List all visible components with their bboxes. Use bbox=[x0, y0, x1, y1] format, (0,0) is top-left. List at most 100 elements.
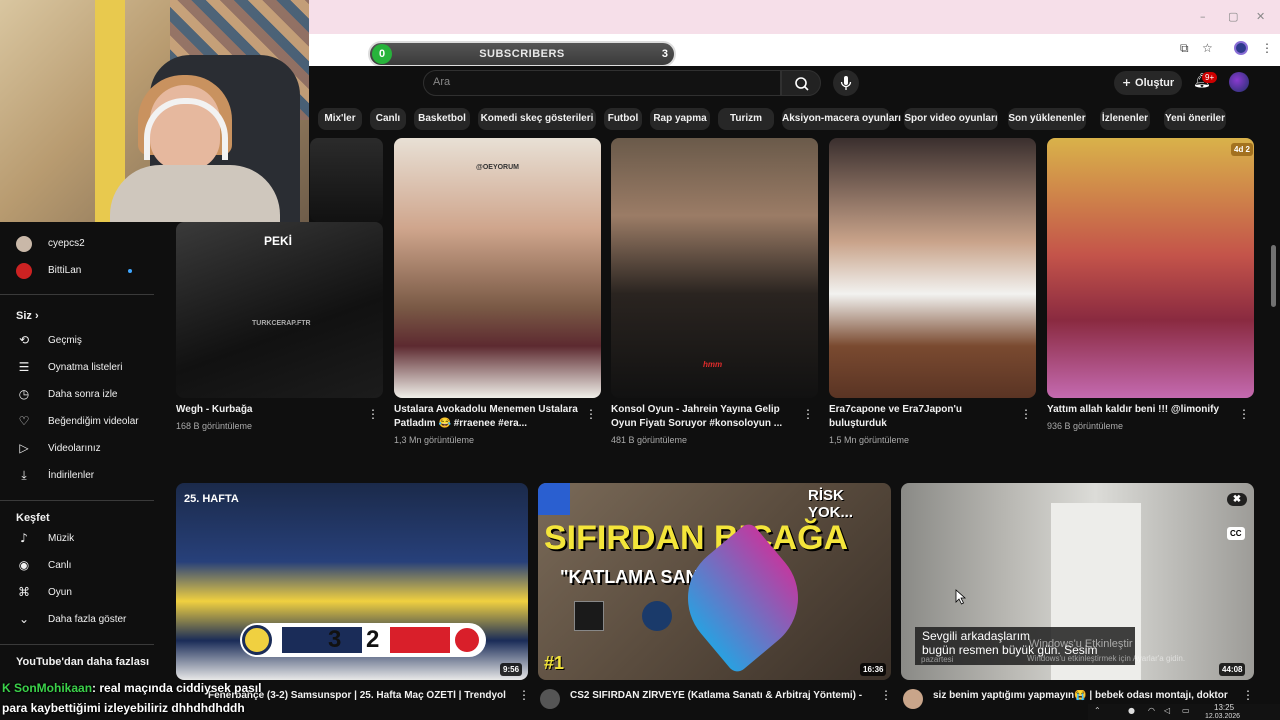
video-views: 1,5 Mn görüntüleme bbox=[829, 435, 910, 445]
video-thumbnail[interactable]: PEKİ TURKCERAP.FTR bbox=[176, 222, 383, 398]
sidebar-you-header[interactable]: Siz › bbox=[16, 310, 39, 322]
more-options-icon[interactable]: ⋮ bbox=[518, 688, 530, 702]
install-icon[interactable]: ⧉ bbox=[1180, 41, 1189, 56]
sidebar-item-label: Müzik bbox=[48, 533, 75, 544]
video-thumbnail[interactable]: RİSK YOK... SIFIRDAN BIÇAĞA "KATLAMA SAN… bbox=[538, 483, 891, 680]
sidebar-item-bittilan[interactable]: BittiLan bbox=[0, 259, 160, 285]
sidebar-item-watch-later[interactable]: ◷ Daha sonra izle bbox=[0, 383, 160, 409]
wifi-icon[interactable]: ◠ bbox=[1148, 706, 1155, 715]
chip-tourism[interactable]: Turizm bbox=[718, 108, 774, 130]
create-button[interactable]: + Oluştur bbox=[1114, 71, 1182, 95]
sidebar-item-label: Videolarınız bbox=[48, 443, 101, 454]
video-views: 936 B görüntüleme bbox=[1047, 421, 1124, 431]
video-badge: 4d 2 bbox=[1231, 143, 1254, 156]
microphone-icon[interactable]: ● bbox=[1128, 706, 1135, 715]
video-thumbnail[interactable]: ✖ CC Sevgili arkadaşlarım bugün resmen b… bbox=[901, 483, 1254, 680]
sidebar-item-your-videos[interactable]: ▷ Videolarınız bbox=[0, 437, 160, 463]
minimize-icon[interactable]: – bbox=[1200, 10, 1206, 23]
battery-icon[interactable]: ▭ bbox=[1182, 706, 1190, 715]
video-thumbnail[interactable]: 4d 2 bbox=[1047, 138, 1254, 398]
more-options-icon[interactable]: ⋮ bbox=[1020, 407, 1032, 421]
sidebar-item-downloads[interactable]: ⤓ İndirilenler bbox=[0, 464, 160, 490]
webcam-overlay bbox=[0, 0, 309, 222]
scrollbar-thumb[interactable] bbox=[1271, 245, 1276, 307]
menu-icon[interactable]: ⋮ bbox=[1261, 41, 1273, 55]
video-thumbnail[interactable] bbox=[829, 138, 1036, 398]
more-options-icon[interactable]: ⋮ bbox=[1238, 407, 1250, 421]
sidebar-divider bbox=[0, 500, 154, 501]
sidebar-item-show-more[interactable]: ⌄ Daha fazla göster bbox=[0, 608, 160, 634]
voice-search-button[interactable] bbox=[833, 70, 859, 96]
chip-football[interactable]: Futbol bbox=[604, 108, 642, 130]
sidebar-item-gaming[interactable]: ⌘ Oyun bbox=[0, 581, 160, 607]
search-input[interactable] bbox=[423, 70, 781, 96]
chat-text: real maçında ciddiysek pasıl bbox=[99, 681, 262, 695]
clock-date[interactable]: 12.03.2026 bbox=[1205, 713, 1240, 720]
sidebar-item-label: Geçmiş bbox=[48, 335, 82, 346]
maximize-icon[interactable]: ▢ bbox=[1228, 10, 1238, 23]
video-duration: 44:08 bbox=[1219, 663, 1246, 676]
new-content-dot bbox=[128, 269, 132, 273]
sidebar-explore-header: Keşfet bbox=[16, 512, 50, 524]
chip-action-adventure[interactable]: Aksiyon-macera oyunları bbox=[782, 108, 901, 130]
video-title[interactable]: Era7capone ve Era7Japon'u buluşturduk bbox=[829, 403, 979, 431]
chip-live[interactable]: Canlı bbox=[370, 108, 406, 130]
video-title[interactable]: Yattım allah kaldır beni !!! @limonify bbox=[1047, 403, 1232, 417]
sidebar-item-history[interactable]: ⟲ Geçmiş bbox=[0, 329, 160, 355]
chip-rap[interactable]: Rap yapma bbox=[650, 108, 710, 130]
more-options-icon[interactable]: ⋮ bbox=[880, 688, 892, 702]
away-score-bg bbox=[390, 627, 450, 653]
video-title[interactable]: Konsol Oyun - Jahrein Yayına Gelip Oyun … bbox=[611, 403, 796, 431]
sidebar-item-music[interactable]: ♪ Müzik bbox=[0, 527, 160, 553]
chip-basketball[interactable]: Basketbol bbox=[414, 108, 470, 130]
volume-icon[interactable]: ◁ bbox=[1164, 706, 1170, 715]
match-week-label: 25. HAFTA bbox=[184, 493, 239, 505]
chat-username: SonMohikaan bbox=[14, 681, 93, 695]
more-options-icon[interactable]: ⋮ bbox=[585, 407, 597, 421]
closed-captions-badge[interactable]: CC bbox=[1227, 527, 1245, 540]
channel-avatar[interactable] bbox=[903, 689, 923, 709]
video-title[interactable]: siz benim yaptığımı yapmayın😭 | bebek od… bbox=[933, 690, 1233, 701]
microphone-icon bbox=[840, 76, 852, 90]
sidebar-item-playlists[interactable]: ☰ Oynatma listeleri bbox=[0, 356, 160, 382]
video-title[interactable]: Ustalara Avokadolu Menemen Ustalara Patl… bbox=[394, 403, 579, 431]
sidebar-item-label: Canlı bbox=[48, 560, 72, 571]
more-options-icon[interactable]: ⋮ bbox=[1242, 688, 1254, 702]
sidebar-divider bbox=[0, 294, 154, 295]
chip-recently-uploaded[interactable]: Son yüklenenler bbox=[1008, 108, 1086, 130]
thumbnail-overlay-text: @OEYORUM bbox=[476, 164, 519, 171]
video-title[interactable]: Wegh - Kurbağa bbox=[176, 403, 356, 417]
chip-mixes[interactable]: Mix'ler bbox=[318, 108, 362, 130]
more-options-icon[interactable]: ⋮ bbox=[367, 407, 379, 421]
subscriber-label: SUBSCRIBERS bbox=[479, 48, 565, 60]
sidebar-item-cyepcs2[interactable]: cyepcs2 bbox=[0, 232, 160, 258]
star-icon[interactable]: ☆ bbox=[1202, 41, 1213, 55]
video-thumbnail[interactable]: @OEYORUM bbox=[394, 138, 601, 398]
chip-watched[interactable]: İzlenenler bbox=[1100, 108, 1150, 130]
like-icon: ♡ bbox=[18, 414, 30, 428]
clock-time[interactable]: 13:25 bbox=[1214, 703, 1234, 712]
sidebar: cyepcs2 BittiLan Siz › ⟲ Geçmiş ☰ Oynatma … bbox=[0, 222, 160, 682]
video-title[interactable]: CS2 SIFIRDAN ZİRVEYE (Katlama Sanatı & A… bbox=[570, 690, 870, 701]
video-thumbnail-top[interactable] bbox=[310, 138, 383, 222]
mute-icon[interactable]: ✖ bbox=[1227, 493, 1247, 506]
chip-sports-games[interactable]: Spor video oyunları bbox=[904, 108, 998, 130]
chip-comedy[interactable]: Komedi skeç gösterileri bbox=[478, 108, 596, 130]
channel-avatar bbox=[16, 236, 32, 252]
rank-label: #1 bbox=[544, 653, 565, 673]
clock-icon: ◷ bbox=[18, 387, 30, 401]
windows-activation-subtitle: Windows'u etkinleştirmek için Ayarlar'a … bbox=[1027, 654, 1186, 663]
close-icon[interactable]: ✕ bbox=[1256, 10, 1265, 23]
video-thumbnail[interactable]: hmm bbox=[611, 138, 818, 398]
chevron-up-icon[interactable]: ⌃ bbox=[1094, 706, 1101, 715]
more-options-icon[interactable]: ⋮ bbox=[802, 407, 814, 421]
account-avatar[interactable] bbox=[1229, 72, 1249, 92]
search-button[interactable] bbox=[781, 70, 821, 96]
channel-avatar[interactable] bbox=[540, 689, 560, 709]
chip-new-to-you[interactable]: Yeni öneriler bbox=[1164, 108, 1226, 130]
sidebar-divider bbox=[0, 644, 154, 645]
video-thumbnail[interactable]: 25. HAFTA 3 2 9:56 bbox=[176, 483, 528, 680]
profile-avatar[interactable] bbox=[1234, 41, 1248, 55]
sidebar-item-live[interactable]: ◉ Canlı bbox=[0, 554, 160, 580]
sidebar-item-liked[interactable]: ♡ Beğendiğim videolar bbox=[0, 410, 160, 436]
